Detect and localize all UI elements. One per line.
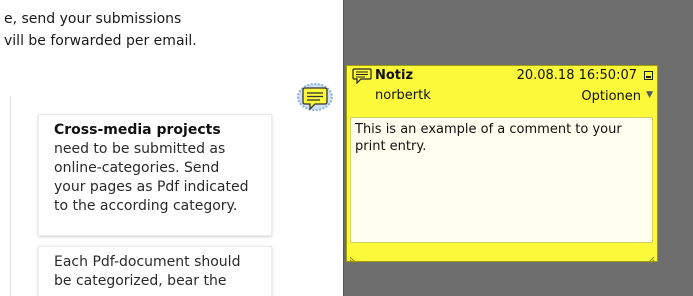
info-box-line-3: your pages as Pdf indicated <box>54 179 249 195</box>
info-box-line-1: need to be submitted as <box>54 141 226 157</box>
note-text-area[interactable]: This is an example of a comment to your … <box>350 117 653 243</box>
info-box-cross-media: Cross-media projects need to be submitte… <box>38 114 272 236</box>
options-menu-button[interactable]: Optionen <box>581 89 641 104</box>
info-box-line-4: to the according category. <box>54 198 238 214</box>
resize-handle-left-icon[interactable] <box>349 249 359 264</box>
speech-bubble-icon[interactable] <box>296 82 334 116</box>
info-box2-line-1: Each Pdf-document should <box>54 254 241 270</box>
minimize-icon[interactable] <box>644 71 653 80</box>
intro-text: e, send your submissions vill be forward… <box>4 8 343 52</box>
intro-line-1: e, send your submissions <box>4 11 182 27</box>
note-speech-icon <box>352 68 372 85</box>
info-box2-line-2: be categorized, bear the <box>54 273 227 289</box>
page-divider <box>10 96 11 296</box>
note-popup[interactable]: Notiz 20.08.18 16:50:07 norbertk Optione… <box>346 65 658 264</box>
note-author: norbertk <box>375 88 431 103</box>
chevron-down-icon[interactable]: ▼ <box>646 90 653 100</box>
note-datetime: 20.08.18 16:50:07 <box>516 68 637 83</box>
resize-handle-right-icon[interactable] <box>645 249 655 264</box>
document-page: e, send your submissions vill be forward… <box>0 0 343 296</box>
info-box-pdf: Each Pdf-document should be categorized,… <box>38 246 272 296</box>
info-box-heading: Cross-media projects <box>54 122 221 138</box>
page-edge <box>343 0 344 296</box>
intro-line-2: vill be forwarded per email. <box>4 33 197 49</box>
info-box-line-2: online-categories. Send <box>54 160 220 176</box>
note-title: Notiz <box>375 68 414 83</box>
